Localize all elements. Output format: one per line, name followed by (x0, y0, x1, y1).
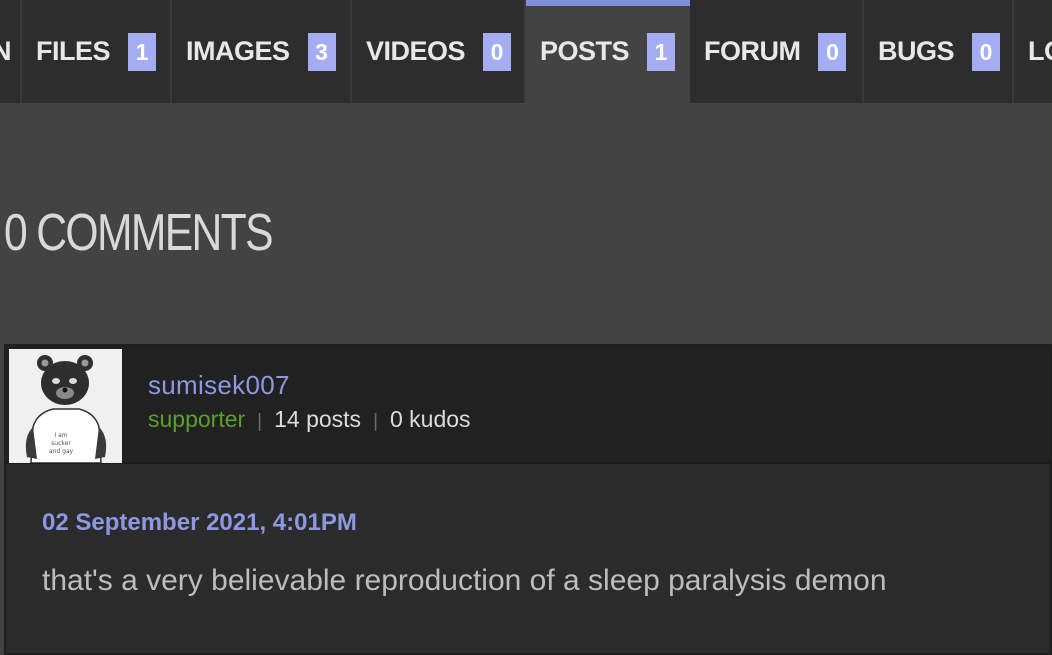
tab-label: IMAGES (186, 36, 290, 66)
avatar-shirt-line: sucker (51, 440, 71, 447)
avatar-image: I am sucker and gay (9, 349, 122, 463)
user-role: supporter (148, 406, 246, 432)
tab-forum[interactable]: FORUM 0 (690, 0, 864, 103)
avatar-shirt-line: I am (54, 432, 67, 439)
meta-separator: | (373, 411, 378, 432)
avatar[interactable]: I am sucker and gay (9, 349, 122, 463)
tab-label: FILES (36, 36, 111, 66)
tab-posts[interactable]: POSTS 1 (526, 0, 690, 103)
comment-username[interactable]: sumisek007 (148, 370, 290, 401)
tab-count-badge: 1 (647, 32, 676, 71)
avatar-shirt-line: and gay (49, 448, 74, 455)
tab-label: FORUM (704, 36, 801, 66)
tab-label: POSTS (540, 36, 630, 66)
tab-label: VIDEOS (366, 36, 466, 66)
meta-separator: | (257, 411, 263, 432)
tab-label: LO (1028, 36, 1052, 66)
tab-videos[interactable]: VIDEOS 0 (352, 0, 526, 103)
tab-bugs[interactable]: BUGS 0 (864, 0, 1014, 103)
comment-body: that's a very believable reproduction of… (42, 564, 887, 597)
tab-label: BUGS (878, 36, 955, 66)
comment-header: I am sucker and gay sumisek007 supporter… (6, 346, 1050, 464)
tab-images[interactable]: IMAGES 3 (172, 0, 352, 103)
tab-count-badge: 0 (483, 32, 512, 71)
tab-files[interactable]: FILES 1 (22, 0, 172, 103)
user-meta: supporter | 14 posts | 0 kudos (148, 406, 471, 433)
comment-card: I am sucker and gay sumisek007 supporter… (4, 344, 1052, 655)
tab-label: N (0, 36, 12, 66)
tab-count-badge: 0 (818, 32, 847, 71)
tab-partial-left[interactable]: N (0, 0, 22, 103)
user-kudos: 0 kudos (390, 406, 471, 432)
tab-bar: N FILES 1 IMAGES 3 VIDEOS 0 POSTS 1 FORU… (0, 0, 1052, 103)
comments-heading: 0 COMMENTS (4, 204, 274, 262)
tab-partial-right[interactable]: LO (1014, 0, 1052, 103)
user-post-count: 14 posts (274, 406, 362, 432)
tab-count-badge: 1 (128, 32, 157, 71)
comment-timestamp[interactable]: 02 September 2021, 4:01PM (42, 509, 357, 537)
tab-count-badge: 0 (972, 32, 1001, 71)
tab-count-badge: 3 (307, 32, 336, 71)
